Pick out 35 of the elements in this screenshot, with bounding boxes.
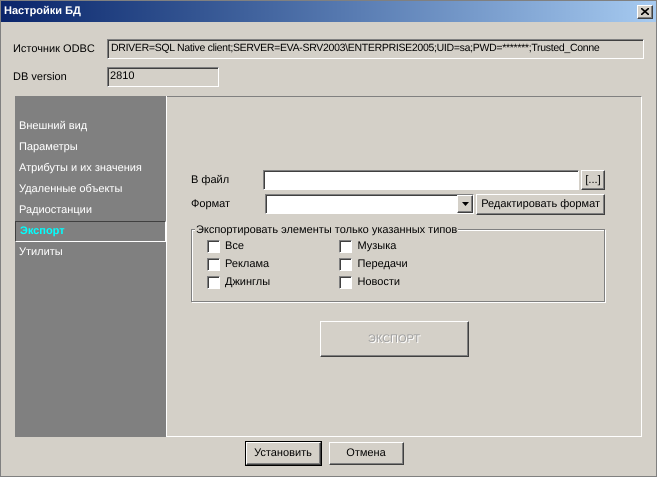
sidebar-item[interactable]: Удаленные объекты xyxy=(15,179,166,200)
group-title: Экспортировать элементы только указанных типов xyxy=(195,222,458,238)
close-button[interactable] xyxy=(637,4,653,18)
checkbox-option[interactable]: Реклама xyxy=(207,258,340,271)
checkbox[interactable] xyxy=(339,258,352,271)
checkbox-option[interactable]: Джинглы xyxy=(207,276,340,289)
checkbox-option[interactable]: Новости xyxy=(339,276,477,289)
sidebar-item[interactable]: Радиостанции xyxy=(15,200,166,221)
edit-format-button[interactable]: Редактировать формат xyxy=(476,194,605,214)
db-version-field: 2810 xyxy=(107,67,219,87)
dialog-button[interactable]: Установить xyxy=(246,442,320,465)
checkbox-option[interactable]: Музыка xyxy=(339,240,477,253)
checkbox-option[interactable]: Передачи xyxy=(339,258,477,271)
format-label: Формат xyxy=(191,196,232,212)
format-dropdown[interactable] xyxy=(265,194,474,214)
sidebar-item[interactable]: Параметры xyxy=(15,137,166,158)
sidebar-item[interactable]: Утилиты xyxy=(15,242,166,263)
sidebar-item[interactable]: Атрибуты и их значения xyxy=(15,158,166,179)
checkbox[interactable] xyxy=(207,240,220,253)
close-icon xyxy=(641,8,649,15)
file-label: В файл xyxy=(191,172,230,188)
sidebar-item[interactable]: Внешний вид xyxy=(15,116,166,137)
checkbox[interactable] xyxy=(207,276,220,289)
db-version-label: DB version xyxy=(13,70,68,85)
file-input-field[interactable] xyxy=(263,170,579,190)
odbc-label: Источник ODBC xyxy=(13,42,96,57)
checkbox[interactable] xyxy=(207,258,220,271)
checkbox[interactable] xyxy=(339,276,352,289)
window-title: Настройки БД xyxy=(4,4,81,20)
dialog-button[interactable]: Отмена xyxy=(328,442,404,465)
checkbox[interactable] xyxy=(339,240,352,253)
dropdown-arrow-icon xyxy=(462,202,469,206)
browse-button[interactable]: [...] xyxy=(581,170,605,190)
checkbox-option[interactable]: Все xyxy=(207,240,340,253)
odbc-field: DRIVER=SQL Native client;SERVER=EVA-SRV2003\ENTERPRISE2005;UID=sa;PWD=*******;Trusted_Conne xyxy=(107,39,644,59)
